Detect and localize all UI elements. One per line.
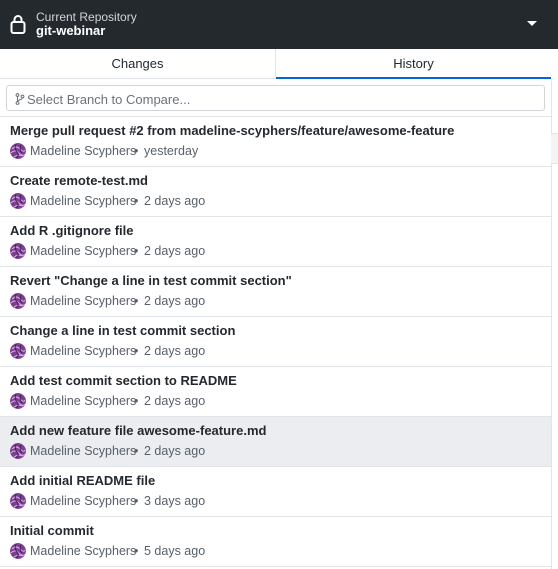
commit-author: Madeline Scyphers [30, 294, 137, 308]
commit-row[interactable]: Create remote-test.md Madeline Scyphers • 2… [0, 167, 551, 217]
branch-compare-bar: Select Branch to Compare... [0, 79, 551, 117]
commit-summary: Add new feature file awesome-feature.md [10, 423, 267, 438]
meta-separator: • [134, 294, 139, 308]
commit-time: 2 days ago [144, 244, 206, 258]
commit-row[interactable]: Change a line in test commit section Made… [0, 317, 551, 367]
commit-row[interactable]: Add R .gitignore file Madeline Scyphers • 2… [0, 217, 551, 267]
meta-separator: • [134, 344, 139, 358]
branch-compare-placeholder: Select Branch to Compare... [27, 92, 191, 107]
scrollbar-thumb[interactable] [551, 133, 558, 164]
commit-time: yesterday [144, 144, 199, 158]
avatar [10, 543, 26, 559]
commit-time: 2 days ago [144, 444, 206, 458]
meta-separator: • [134, 444, 139, 458]
commit-author: Madeline Scyphers [30, 444, 137, 458]
commit-summary: Add initial README file [10, 473, 156, 488]
commit-row[interactable]: Merge pull request #2 from madeline-scyp… [0, 117, 551, 167]
lock-icon [10, 15, 26, 34]
commit-summary: Initial commit [10, 523, 94, 538]
meta-separator: • [134, 544, 139, 558]
avatar [10, 443, 26, 459]
avatar [10, 193, 26, 209]
repository-name: git-webinar [36, 23, 106, 38]
commit-summary: Merge pull request #2 from madeline-scyp… [10, 123, 455, 138]
meta-separator: • [134, 394, 139, 408]
avatar [10, 493, 26, 509]
meta-separator: • [134, 144, 139, 158]
commit-summary: Add R .gitignore file [10, 223, 134, 238]
avatar [10, 293, 26, 309]
caret-down-icon[interactable] [527, 21, 537, 26]
meta-separator: • [134, 494, 139, 508]
commit-author: Madeline Scyphers [30, 344, 137, 358]
tab-history[interactable]: History [276, 49, 551, 80]
commit-row[interactable]: Initial commit Madeline Scyphers • 5 days a… [0, 517, 551, 567]
commit-time: 2 days ago [144, 344, 206, 358]
commit-time: 5 days ago [144, 544, 206, 558]
commit-author: Madeline Scyphers [30, 194, 137, 208]
branch-compare-input[interactable]: Select Branch to Compare... [6, 85, 545, 111]
commit-time: 2 days ago [144, 194, 206, 208]
tab-bar: Changes History [0, 49, 551, 80]
avatar [10, 393, 26, 409]
commit-time: 2 days ago [144, 394, 206, 408]
commit-row[interactable]: Add initial README file Madeline Scyphers… [0, 467, 551, 517]
commit-time: 3 days ago [144, 494, 206, 508]
meta-separator: • [134, 244, 139, 258]
commit-row[interactable]: Revert "Change a line in test commit sec… [0, 267, 551, 317]
commit-author: Madeline Scyphers [30, 494, 137, 508]
git-branch-icon [15, 93, 25, 105]
tab-changes[interactable]: Changes [0, 49, 276, 79]
commit-list: Merge pull request #2 from madeline-scyp… [0, 117, 551, 567]
commit-summary: Add test commit section to README [10, 373, 237, 388]
commit-row[interactable]: Add test commit section to README Madelin… [0, 367, 551, 417]
meta-separator: • [134, 194, 139, 208]
commit-author: Madeline Scyphers [30, 244, 137, 258]
repository-caption: Current Repository [36, 10, 137, 24]
commit-author: Madeline Scyphers [30, 144, 137, 158]
commit-author: Madeline Scyphers [30, 544, 137, 558]
avatar [10, 343, 26, 359]
avatar [10, 243, 26, 259]
commit-author: Madeline Scyphers [30, 394, 137, 408]
avatar [10, 143, 26, 159]
commit-time: 2 days ago [144, 294, 206, 308]
repository-selector[interactable]: Current Repository git-webinar [0, 0, 558, 49]
commit-row[interactable]: Add new feature file awesome-feature.md M… [0, 417, 551, 467]
tab-history-label: History [393, 56, 434, 71]
commit-summary: Create remote-test.md [10, 173, 148, 188]
commit-summary: Change a line in test commit section [10, 323, 236, 338]
commit-summary: Revert "Change a line in test commit sec… [10, 273, 292, 288]
